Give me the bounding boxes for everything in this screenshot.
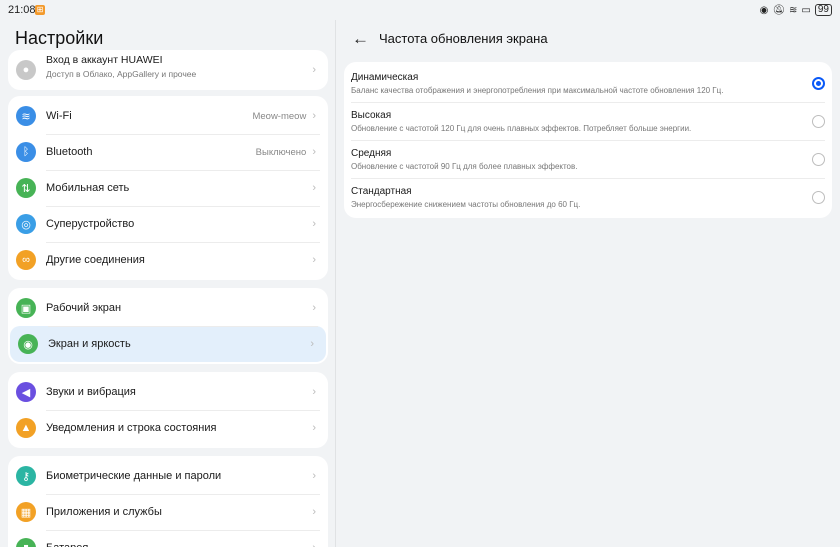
chevron-right-icon: › [312, 470, 316, 482]
chevron-right-icon: › [312, 302, 316, 314]
page-title: Настройки [15, 28, 104, 48]
chevron-right-icon: › [312, 542, 316, 547]
sidebar-item-eye[interactable]: ◉ Экран и яркость › [10, 326, 326, 362]
home-screen-icon: ▣ [16, 298, 36, 318]
notification-icon: ⊞ [35, 5, 45, 15]
status-time: 21:08 [8, 4, 36, 16]
sidebar-item-label: Другие соединения [46, 254, 145, 266]
speaker-icon: ◀ [16, 382, 36, 402]
detail-header: ← Частота обновления экрана [352, 30, 548, 47]
sidebar-item-value: Meow-meow [252, 110, 307, 122]
sidebar-item-wifi[interactable]: ≋ Wi-Fi Meow-meow › [8, 98, 328, 134]
status-bar: 21:08 ⊞ ◉ 🔕︎ ≋ ▭ 99 [0, 0, 840, 20]
sidebar-item-home-screen[interactable]: ▣ Рабочий экран › [8, 290, 328, 326]
settings-group-1: ≋ Wi-Fi Meow-meow › ᛒ Bluetooth Выключено › ⇅ Моб… [8, 96, 328, 280]
option-title: Высокая [351, 109, 392, 121]
eye-icon: ◉ [18, 334, 38, 354]
sidebar-item-label: Wi-Fi [46, 110, 72, 122]
bell-icon: ▲ [16, 418, 36, 438]
detail-title: Частота обновления экрана [379, 31, 548, 46]
sidebar-item-label: Приложения и службы [46, 506, 162, 518]
super-device-icon: ◎ [16, 214, 36, 234]
chevron-right-icon: › [312, 182, 316, 194]
sidebar-item-label: Уведомления и строка состояния [46, 422, 217, 434]
settings-group-2: ▣ Рабочий экран › ◉ Экран и яркость › [8, 288, 328, 364]
battery-icon: ▮ [16, 538, 36, 547]
key-icon: ⚷ [16, 466, 36, 486]
option-description: Баланс качества отображения и энергопотр… [351, 85, 724, 95]
sidebar-item-label: Звуки и вибрация [46, 386, 136, 398]
sidebar-item-battery[interactable]: ▮ Батарея› [8, 530, 328, 547]
chevron-right-icon: › [310, 338, 314, 350]
account-row[interactable]: ● Вход в аккаунт HUAWEI Доступ в Облако,… [8, 50, 328, 90]
bluetooth-icon: ᛒ [16, 142, 36, 162]
option-description: Обновление с частотой 120 Гц для очень п… [351, 123, 692, 133]
radio-button[interactable] [812, 191, 825, 204]
screen-icon: ▭ [801, 4, 811, 16]
refresh-option-2[interactable]: Высокая Обновление с частотой 120 Гц для … [344, 102, 832, 140]
refresh-option-1[interactable]: Динамическая Баланс качества отображения … [344, 64, 832, 102]
sidebar-item-super-device[interactable]: ◎ Суперустройство › [8, 206, 328, 242]
refresh-option-3[interactable]: Средняя Обновление с частотой 90 Гц для б… [344, 140, 832, 178]
chevron-right-icon: › [312, 110, 316, 122]
mute-icon: 🔕︎ [772, 4, 786, 16]
radio-button[interactable] [812, 115, 825, 128]
sidebar-item-label: Суперустройство [46, 218, 135, 230]
refresh-rate-panel: ← Частота обновления экрана Динамическая… [336, 20, 840, 547]
chevron-right-icon: › [312, 64, 316, 76]
mobile-network-icon: ⇅ [16, 178, 36, 198]
chevron-right-icon: › [312, 254, 316, 266]
sidebar-item-label: Мобильная сеть [46, 182, 130, 194]
sidebar-item-label: Экран и яркость [48, 338, 131, 350]
eye-comfort-icon: ◉ [759, 4, 769, 16]
option-title: Динамическая [351, 71, 419, 83]
sidebar-item-mobile-network[interactable]: ⇅ Мобильная сеть › [8, 170, 328, 206]
radio-button[interactable] [812, 77, 825, 90]
settings-group-4: ⚷ Биометрические данные и пароли › ▦ Приложе… [8, 456, 328, 547]
radio-button[interactable] [812, 153, 825, 166]
sidebar-item-bell[interactable]: ▲ Уведомления и строка состояния › [8, 410, 328, 446]
avatar: ● [16, 60, 36, 80]
account-title: Вход в аккаунт HUAWEI [46, 53, 163, 66]
sidebar-item-key[interactable]: ⚷ Биометрические данные и пароли › [8, 458, 328, 494]
chevron-right-icon: › [312, 218, 316, 230]
sidebar-item-speaker[interactable]: ◀ Звуки и вибрация › [8, 374, 328, 410]
chevron-right-icon: › [312, 146, 316, 158]
settings-list-panel: Настройки ● Вход в аккаунт HUAWEI Доступ… [0, 20, 335, 547]
sidebar-item-bluetooth[interactable]: ᛒ Bluetooth Выключено › [8, 134, 328, 170]
account-card[interactable]: ● Вход в аккаунт HUAWEI Доступ в Облако,… [8, 50, 328, 90]
chevron-right-icon: › [312, 506, 316, 518]
wifi-icon: ≋ [16, 106, 36, 126]
option-title: Средняя [351, 147, 392, 159]
battery-indicator: 99 [814, 4, 832, 16]
option-title: Стандартная [351, 185, 412, 197]
apps-icon: ▦ [16, 502, 36, 522]
account-subtitle: Доступ в Облако, AppGallery и прочее [46, 68, 197, 79]
sidebar-item-label: Биометрические данные и пароли [46, 470, 222, 482]
sidebar-item-apps[interactable]: ▦ Приложения и службы › [8, 494, 328, 530]
system-icons: ◉ 🔕︎ ≋ ▭ 99 [760, 4, 832, 16]
sidebar-item-value: Выключено [255, 146, 307, 158]
chevron-right-icon: › [312, 422, 316, 434]
refresh-option-4[interactable]: Стандартная Энергосбережение снижением ча… [344, 178, 832, 216]
option-description: Обновление с частотой 90 Гц для более пл… [351, 161, 578, 171]
chevron-right-icon: › [312, 386, 316, 398]
option-description: Энергосбережение снижением частоты обнов… [351, 199, 581, 209]
back-arrow-icon[interactable]: ← [352, 30, 369, 47]
sidebar-item-link[interactable]: ∞ Другие соединения › [8, 242, 328, 278]
settings-group-3: ◀ Звуки и вибрация › ▲ Уведомления и строка … [8, 372, 328, 448]
link-icon: ∞ [16, 250, 36, 270]
sidebar-item-label: Рабочий экран [46, 302, 122, 314]
wifi-status-icon: ≋ [789, 4, 798, 16]
refresh-rate-options: Динамическая Баланс качества отображения … [344, 62, 832, 218]
sidebar-item-label: Батарея [46, 542, 312, 547]
sidebar-item-label: Bluetooth [46, 146, 93, 158]
